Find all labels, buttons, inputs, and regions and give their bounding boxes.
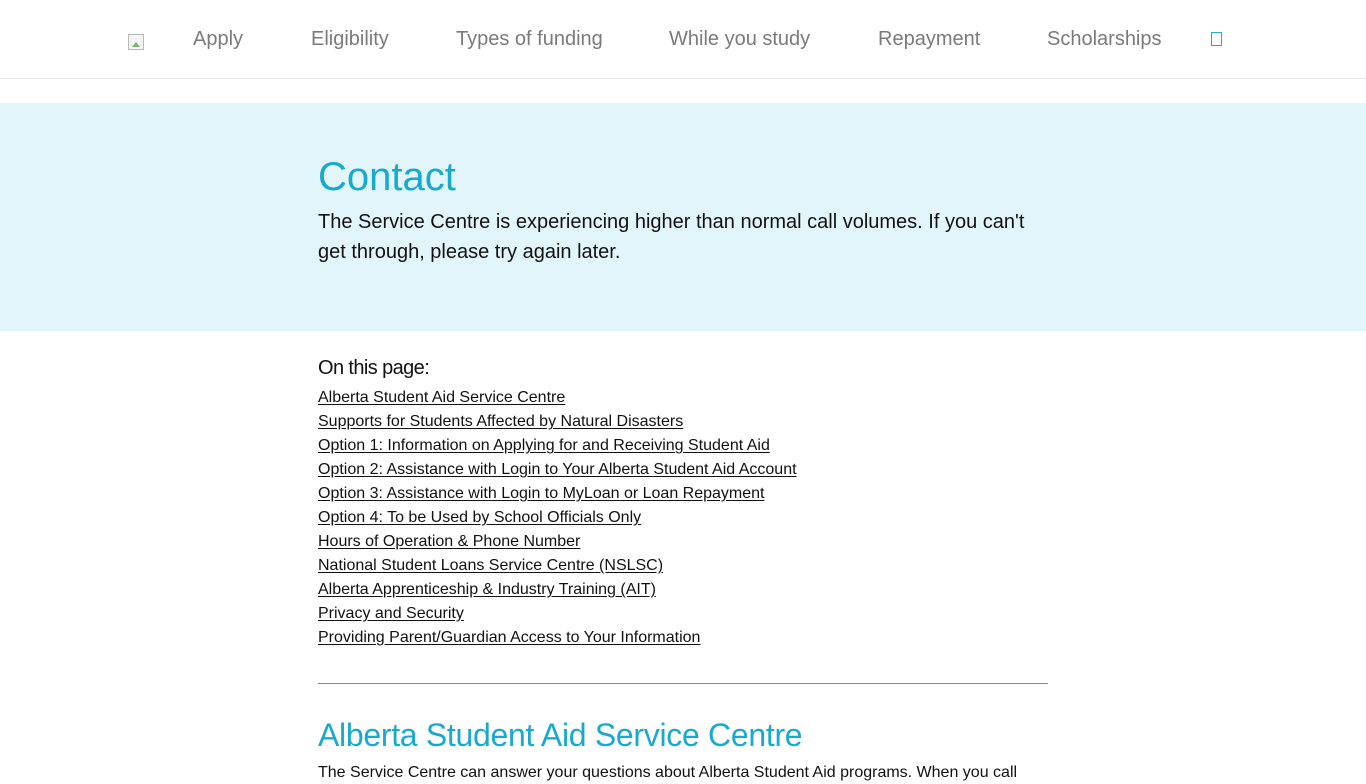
section-heading: Alberta Student Aid Service Centre [318,717,803,753]
service-notice: The Service Centre is experiencing highe… [318,211,1025,263]
toc-item: Supports for Students Affected by Natura… [318,411,797,435]
toc-item: Privacy and Security [318,603,797,627]
nav-repayment[interactable]: Repayment [878,26,980,52]
nav-while-you-study[interactable]: While you study [669,26,810,52]
contact-hero: Contact The Service Centre is experienci… [0,103,1366,331]
toc-link-option-3[interactable]: Option 3: Assistance with Login to MyLoa… [318,485,764,502]
toc-link-option-1[interactable]: Option 1: Information on Applying for an… [318,437,770,454]
search-icon[interactable] [1211,32,1222,46]
toc-link-option-4[interactable]: Option 4: To be Used by School Officials… [318,509,641,526]
section-intro-text: The Service Centre can answer your quest… [318,764,1018,781]
toc-item: National Student Loans Service Centre (N… [318,555,797,579]
toc-link-parent-access[interactable]: Providing Parent/Guardian Access to Your… [318,629,700,646]
toc-item: Option 3: Assistance with Login to MyLoa… [318,483,797,507]
toc-link-service-centre[interactable]: Alberta Student Aid Service Centre [318,389,565,406]
nav-types-of-funding[interactable]: Types of funding [456,26,603,52]
toc-item: Hours of Operation & Phone Number [318,531,797,555]
on-this-page-heading: On this page: [318,357,430,379]
toc-item: Option 1: Information on Applying for an… [318,435,797,459]
toc-link-option-2[interactable]: Option 2: Assistance with Login to Your … [318,461,797,478]
nav-eligibility[interactable]: Eligibility [311,26,389,52]
toc-item: Providing Parent/Guardian Access to Your… [318,627,797,651]
toc-link-privacy[interactable]: Privacy and Security [318,605,464,622]
on-this-page-links: Alberta Student Aid Service Centre Suppo… [318,387,797,651]
toc-item: Alberta Apprenticeship & Industry Traini… [318,579,797,603]
nav-apply[interactable]: Apply [193,26,243,52]
top-navigation: Apply Eligibility Types of funding While… [0,0,1366,79]
nav-scholarships[interactable]: Scholarships [1047,26,1162,52]
section-divider [318,683,1048,684]
toc-item: Alberta Student Aid Service Centre [318,387,797,411]
page-title: Contact [318,155,456,199]
toc-link-hours[interactable]: Hours of Operation & Phone Number [318,533,580,550]
toc-link-nslsc[interactable]: National Student Loans Service Centre (N… [318,557,663,574]
site-logo[interactable] [128,34,144,50]
toc-link-natural-disasters[interactable]: Supports for Students Affected by Natura… [318,413,683,430]
toc-item: Option 4: To be Used by School Officials… [318,507,797,531]
toc-item: Option 2: Assistance with Login to Your … [318,459,797,483]
toc-link-ait[interactable]: Alberta Apprenticeship & Industry Traini… [318,581,656,598]
